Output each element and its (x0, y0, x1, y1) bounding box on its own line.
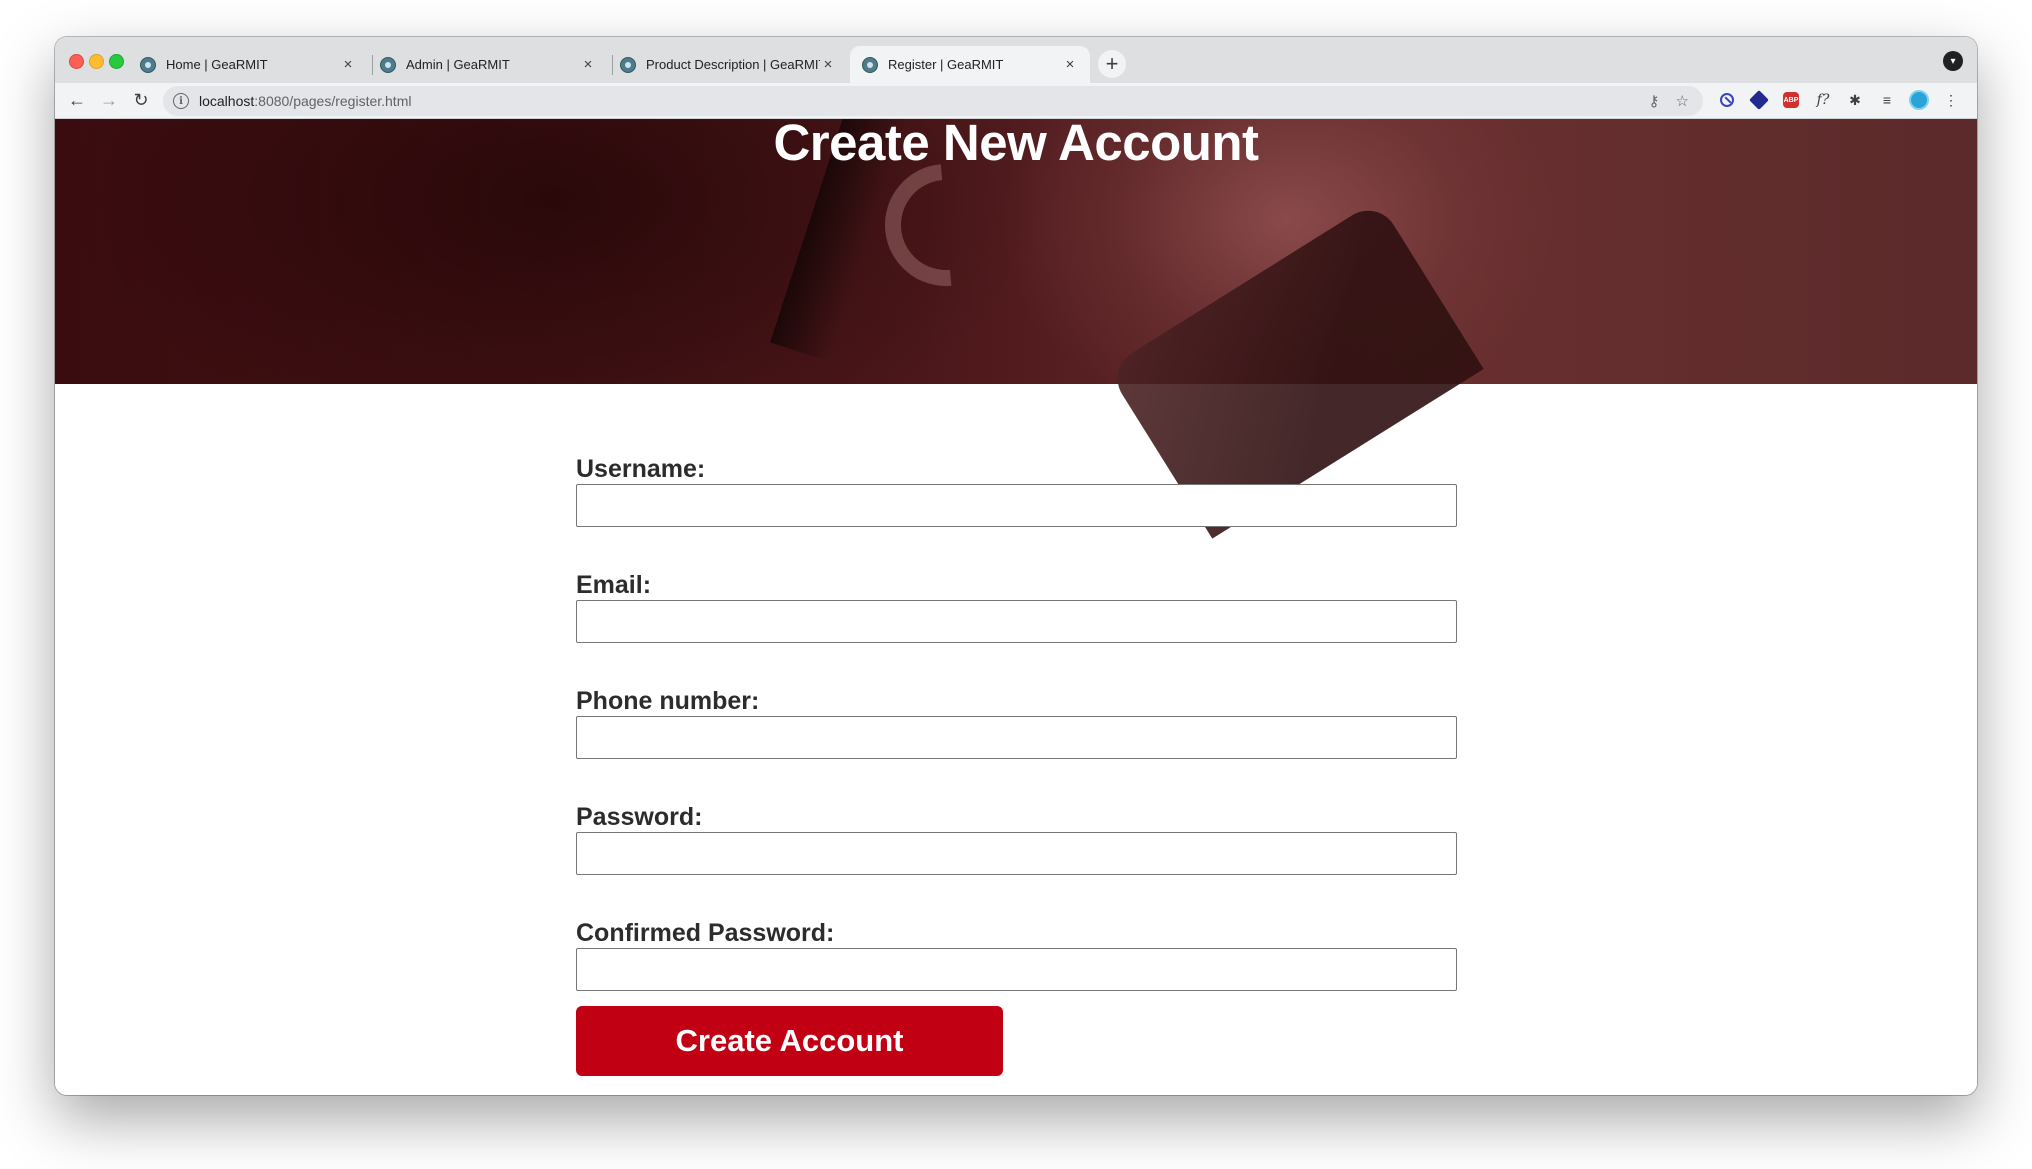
key-icon[interactable]: ⚷ (1649, 92, 1660, 110)
tab-register[interactable]: Register | GeaRMIT × (850, 46, 1090, 83)
tab-search-icon[interactable]: ▾ (1943, 51, 1963, 71)
new-tab-button[interactable]: + (1098, 50, 1126, 78)
tab-title: Admin | GeaRMIT (406, 57, 510, 72)
tab-title: Product Description | GeaRMIT (646, 57, 820, 72)
browser-window: Home | GeaRMIT × Admin | GeaRMIT × Produ… (55, 37, 1977, 1095)
font-extension-icon[interactable]: f? (1813, 90, 1833, 110)
browser-toolbar: ← → ↻ i localhost:8080/pages/register.ht… (55, 83, 1977, 119)
hero-banner: Create New Account (55, 119, 1977, 539)
tab-title: Home | GeaRMIT (166, 57, 268, 72)
page-title: Create New Account (773, 119, 1259, 171)
adblock-plus-icon[interactable]: ABP (1781, 90, 1801, 110)
back-arrow-icon[interactable]: ← (65, 88, 89, 112)
confirm-password-label: Confirmed Password: (576, 919, 835, 947)
site-favicon-icon (862, 56, 878, 73)
tab-product-description[interactable]: Product Description | GeaRMIT × (608, 46, 848, 83)
tab-strip: Home | GeaRMIT × Admin | GeaRMIT × Produ… (55, 37, 1977, 83)
phone-input[interactable] (576, 716, 1457, 759)
puzzle-extensions-icon[interactable]: ✱ (1845, 90, 1865, 110)
phone-field-group: Phone number: (576, 687, 1457, 803)
tab-title: Register | GeaRMIT (888, 57, 1004, 72)
username-input[interactable] (576, 484, 1457, 527)
bookmark-star-icon[interactable]: ☆ (1676, 92, 1689, 110)
more-menu-icon[interactable]: ⋮ (1941, 90, 1961, 110)
email-field-group: Email: (576, 571, 1457, 687)
profile-avatar[interactable] (1909, 90, 1929, 110)
site-info-icon[interactable]: i (173, 93, 189, 109)
tab-close-icon[interactable]: × (820, 56, 836, 73)
username-label: Username: (576, 455, 706, 483)
tab-admin[interactable]: Admin | GeaRMIT × (368, 46, 608, 83)
email-label: Email: (576, 571, 652, 599)
extensions-area: ABP f? ✱ ≡ ⋮ (1717, 90, 1961, 110)
url-text: localhost:8080/pages/register.html (199, 93, 412, 109)
username-field-group: Username: (576, 455, 1457, 571)
phone-label: Phone number: (576, 687, 760, 715)
tab-home[interactable]: Home | GeaRMIT × (128, 46, 368, 83)
site-favicon-icon (380, 56, 396, 73)
minimize-window-button[interactable] (89, 54, 104, 69)
create-account-button[interactable]: Create Account (576, 1006, 1003, 1076)
forward-arrow-icon[interactable]: → (97, 88, 121, 112)
email-input[interactable] (576, 600, 1457, 643)
site-favicon-icon (620, 56, 636, 73)
close-window-button[interactable] (69, 54, 84, 69)
address-bar[interactable]: i localhost:8080/pages/register.html ⚷ ☆ (163, 86, 1703, 116)
register-form: Username: Email: Phone number: Password:… (576, 455, 1457, 1035)
confirm-password-input[interactable] (576, 948, 1457, 991)
tab-close-icon[interactable]: × (1062, 56, 1078, 73)
blocker-extension-icon[interactable] (1717, 90, 1737, 110)
reading-list-icon[interactable]: ≡ (1877, 90, 1897, 110)
reload-icon[interactable]: ↻ (129, 88, 153, 112)
password-label: Password: (576, 803, 703, 831)
site-favicon-icon (140, 56, 156, 73)
tab-close-icon[interactable]: × (340, 56, 356, 73)
hexagon-extension-icon[interactable] (1749, 90, 1769, 110)
password-input[interactable] (576, 832, 1457, 875)
password-field-group: Password: (576, 803, 1457, 919)
tab-close-icon[interactable]: × (580, 56, 596, 73)
register-page: Create New Account Username: Email: Phon… (55, 119, 1977, 1095)
omnibox-actions: ⚷ ☆ (1649, 92, 1689, 110)
maximize-window-button[interactable] (109, 54, 124, 69)
